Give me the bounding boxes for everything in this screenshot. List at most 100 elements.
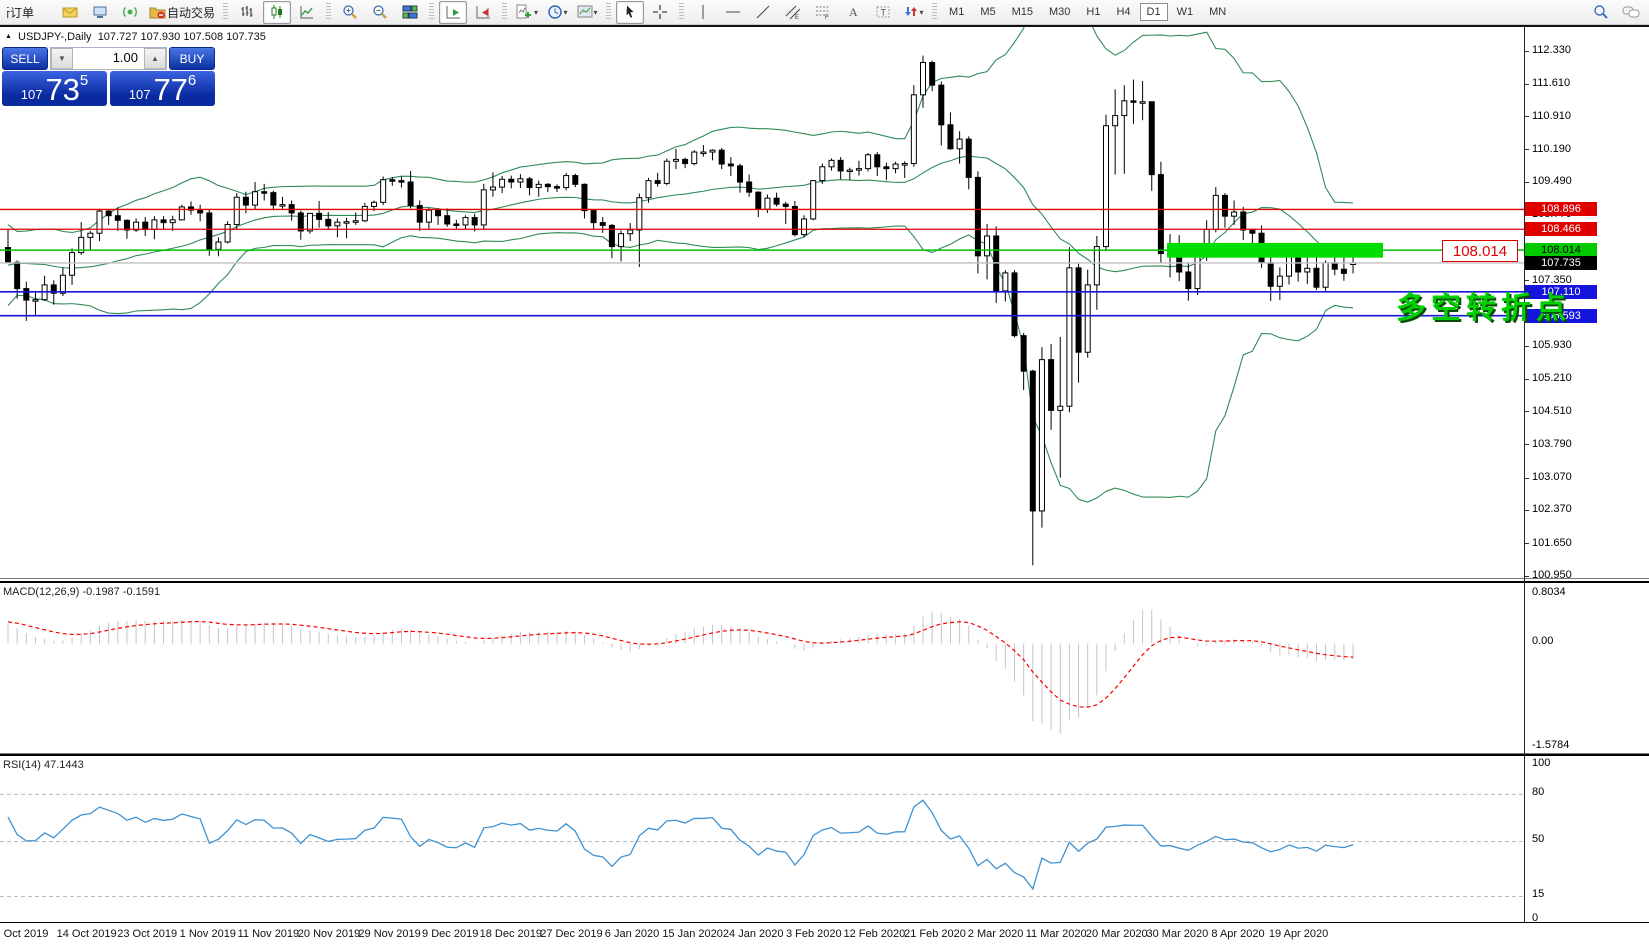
periods-icon[interactable]: ▾ (543, 1, 571, 24)
date-axis[interactable]: Oct 201914 Oct 201923 Oct 20191 Nov 2019… (0, 926, 1649, 948)
buy-price[interactable]: 107 77 6 (110, 71, 215, 106)
price-tick-mark (1525, 149, 1529, 150)
tile-windows-icon[interactable] (396, 1, 424, 24)
signal-icon[interactable] (116, 1, 144, 24)
price-tick-label: 103.790 (1532, 438, 1572, 450)
date-label: 2 Mar 2020 (968, 928, 1024, 940)
date-label: 9 Dec 2019 (422, 928, 478, 940)
price-annotation-box[interactable]: 108.014 (1442, 240, 1518, 262)
svg-text:A: A (849, 5, 858, 19)
date-label: 19 Apr 2020 (1269, 928, 1328, 940)
date-label: 27 Dec 2019 (540, 928, 602, 940)
mail-icon[interactable] (56, 1, 84, 24)
crosshair-tool-icon[interactable] (646, 1, 674, 24)
toolbar-group-handle (932, 3, 937, 21)
macd-axis-label: 0.00 (1532, 635, 1553, 647)
bar-chart-type-icon[interactable] (233, 1, 261, 24)
horizontal-line-tool-icon[interactable] (719, 1, 747, 24)
timeframe-m1[interactable]: M1 (942, 3, 971, 21)
price-tick-label: 102.370 (1532, 503, 1572, 515)
price-tick-mark (1525, 576, 1529, 577)
price-tick-label: 109.490 (1532, 175, 1572, 187)
sell-price-big: 73 (45, 76, 79, 104)
price-tick-mark (1525, 182, 1529, 183)
price-tick-mark (1525, 116, 1529, 117)
price-tick-label: 101.650 (1532, 537, 1572, 549)
timeframe-w1[interactable]: W1 (1170, 3, 1201, 21)
date-label: 24 Jan 2020 (723, 928, 784, 940)
timeframe-m15[interactable]: M15 (1005, 3, 1040, 21)
candlestick-chart-type-icon[interactable] (263, 1, 291, 24)
vertical-line-tool-icon[interactable] (689, 1, 717, 24)
auto-scroll-icon[interactable] (439, 1, 467, 24)
volume-stepper: ▼ 1.00 ▲ (50, 47, 167, 70)
buy-price-big: 77 (153, 76, 187, 104)
price-badge: 108.466 (1525, 222, 1597, 236)
macd-label: MACD(12,26,9) -0.1987 -0.1591 (3, 586, 160, 598)
rsi-axis-label: 80 (1532, 786, 1544, 798)
chat-icon[interactable] (1617, 1, 1645, 24)
price-badge: 108.896 (1525, 202, 1597, 216)
pane-border (0, 922, 1649, 923)
price-tick-label: 112.330 (1532, 44, 1571, 56)
buy-button[interactable]: BUY (169, 47, 215, 70)
main-chart[interactable] (0, 27, 1524, 578)
line-chart-type-icon[interactable] (293, 1, 321, 24)
date-label: 11 Nov 2019 (238, 928, 300, 940)
timeframe-mn[interactable]: MN (1202, 3, 1233, 21)
indicators-icon[interactable]: ▾ (512, 1, 541, 24)
fibonacci-tool-icon[interactable]: F (809, 1, 837, 24)
chart-title: ▲ USDJPY-,Daily 107.727 107.930 107.508 … (5, 31, 266, 43)
timeframe-h4[interactable]: H4 (1109, 3, 1137, 21)
terminal-icon[interactable] (86, 1, 114, 24)
rsi-axis-label: 0 (1532, 912, 1538, 924)
zoom-in-icon[interactable] (336, 1, 364, 24)
toolbar-group-handle (429, 3, 434, 21)
trendline-tool-icon[interactable] (749, 1, 777, 24)
turning-point-annotation[interactable]: 多空转折点 (1396, 283, 1571, 327)
price-tick-label: 111.610 (1532, 77, 1570, 89)
toolbar-group-handle (326, 3, 331, 21)
autotrade-button[interactable]: 自动交易 (146, 1, 218, 24)
sell-price[interactable]: 107 73 5 (2, 71, 107, 106)
price-tick-mark (1525, 543, 1529, 544)
date-label: 21 Feb 2020 (904, 928, 966, 940)
new-order-button[interactable]: 新订单 (4, 1, 54, 24)
search-icon[interactable] (1587, 1, 1615, 24)
chart-shift-icon[interactable] (469, 1, 497, 24)
cursor-tool-icon[interactable] (616, 1, 644, 24)
chart-symbol: USDJPY-,Daily (18, 31, 92, 43)
macd-axis-label: -1.5784 (1532, 739, 1569, 751)
date-label: 15 Jan 2020 (662, 928, 723, 940)
price-tick-mark (1525, 411, 1529, 412)
date-label: 8 Apr 2020 (1211, 928, 1264, 940)
date-label: 20 Mar 2020 (1086, 928, 1148, 940)
timeframe-m30[interactable]: M30 (1042, 3, 1077, 21)
volume-increase-button[interactable]: ▲ (144, 48, 166, 69)
date-label: Oct 2019 (4, 928, 49, 940)
price-tick-label: 110.910 (1532, 110, 1571, 122)
price-tick-label: 104.510 (1532, 405, 1572, 417)
text-label-tool-icon[interactable]: T (869, 1, 897, 24)
templates-icon[interactable]: ▾ (573, 1, 601, 24)
zoom-out-icon[interactable] (366, 1, 394, 24)
price-axis[interactable]: 112.330111.610110.910110.190109.490108.7… (1524, 27, 1649, 922)
volume-decrease-button[interactable]: ▼ (51, 48, 73, 69)
volume-value[interactable]: 1.00 (73, 48, 144, 69)
date-label: 6 Jan 2020 (605, 928, 659, 940)
timeframe-m5[interactable]: M5 (973, 3, 1002, 21)
macd-pane[interactable] (0, 583, 1524, 753)
sell-button[interactable]: SELL (2, 47, 48, 70)
text-tool-icon[interactable]: A (839, 1, 867, 24)
price-tick-mark (1525, 444, 1529, 445)
toolbar-group-handle (679, 3, 684, 21)
arrows-tool-icon[interactable]: ▾ (899, 1, 927, 24)
timeframe-d1[interactable]: D1 (1140, 3, 1168, 21)
channel-tool-icon[interactable]: E (779, 1, 807, 24)
date-label: 3 Feb 2020 (786, 928, 842, 940)
timeframe-h1[interactable]: H1 (1079, 3, 1107, 21)
price-tick-mark (1525, 478, 1529, 479)
price-tick-mark (1525, 346, 1529, 347)
macd-axis-label: 0.8034 (1532, 586, 1566, 598)
rsi-pane[interactable] (0, 756, 1524, 922)
